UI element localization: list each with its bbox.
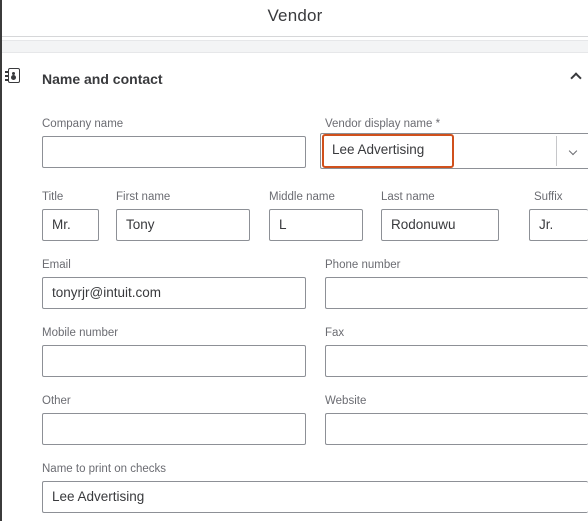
print-name-input[interactable]: Lee Advertising <box>42 481 588 513</box>
email-label: Email <box>42 259 71 271</box>
website-label: Website <box>325 395 367 407</box>
dialog-title: Vendor <box>267 6 323 25</box>
middle-name-input[interactable]: L <box>269 209 363 241</box>
vendor-display-name-label: Vendor display name * <box>325 118 441 130</box>
header-divider <box>2 36 588 37</box>
chevron-up-icon[interactable] <box>570 72 582 84</box>
fax-input[interactable] <box>325 345 588 377</box>
phone-label: Phone number <box>325 259 401 271</box>
section-separator <box>2 40 588 53</box>
phone-input[interactable] <box>325 277 588 309</box>
contact-card-icon <box>5 68 20 83</box>
last-name-label: Last name <box>381 191 435 203</box>
middle-name-label: Middle name <box>269 191 335 203</box>
website-input[interactable] <box>325 413 588 445</box>
suffix-input[interactable]: Jr. <box>529 209 588 241</box>
suffix-label: Suffix <box>534 191 563 203</box>
title-input[interactable]: Mr. <box>42 209 99 241</box>
fax-label: Fax <box>325 327 345 339</box>
dialog-header: Vendor <box>2 0 588 36</box>
company-name-label: Company name <box>42 118 124 130</box>
mobile-input[interactable] <box>42 345 306 377</box>
select-divider <box>556 136 557 166</box>
vendor-display-name-input[interactable]: Lee Advertising <box>322 134 454 168</box>
last-name-input[interactable]: Rodonuwu <box>381 209 499 241</box>
first-name-label: First name <box>116 191 171 203</box>
first-name-input[interactable]: Tony <box>116 209 250 241</box>
section-title: Name and contact <box>42 71 163 87</box>
email-input[interactable]: tonyrjr@intuit.com <box>42 277 306 309</box>
title-label: Title <box>42 191 64 203</box>
print-name-label: Name to print on checks <box>42 463 167 475</box>
company-name-input[interactable] <box>42 136 306 168</box>
other-label: Other <box>42 395 71 407</box>
other-input[interactable] <box>42 413 306 445</box>
mobile-label: Mobile number <box>42 327 119 339</box>
section-header[interactable]: Name and contact <box>2 60 588 96</box>
